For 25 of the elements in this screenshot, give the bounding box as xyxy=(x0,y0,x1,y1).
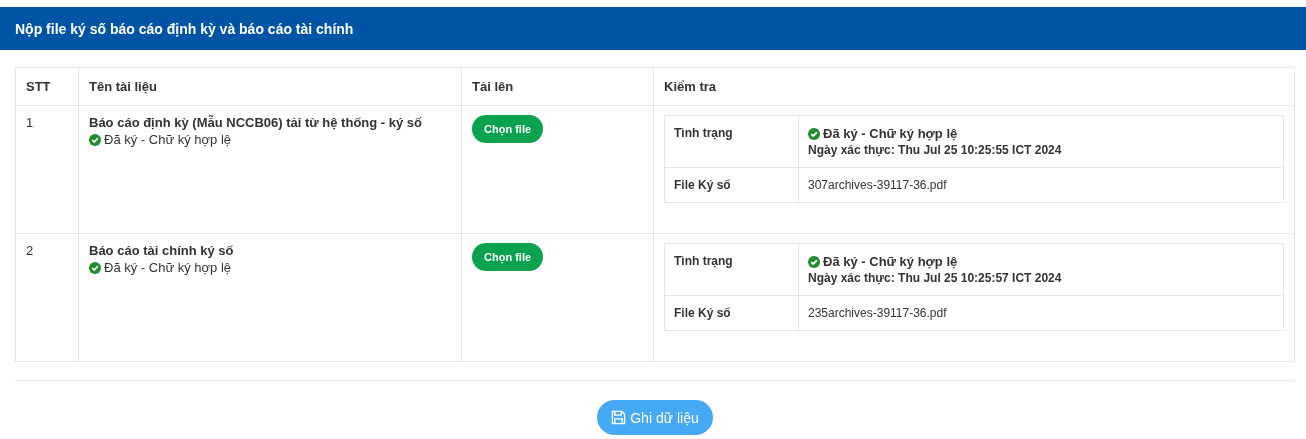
save-button[interactable]: Ghi dữ liệu xyxy=(597,400,713,435)
status-label: Tình trạng xyxy=(664,115,799,168)
choose-file-button[interactable]: Chọn file xyxy=(472,115,544,143)
file-label: File Ký số xyxy=(664,167,799,203)
sign-status: Đã ký - Chữ ký hợp lệ xyxy=(104,260,232,275)
column-header: Tên tài liệu xyxy=(78,67,462,106)
file-name: 235archives-39117-36.pdf xyxy=(798,295,1284,331)
table-cell: 1 xyxy=(15,105,79,234)
save-icon xyxy=(611,410,627,425)
sign-status: Đã ký - Chữ ký hợp lệ xyxy=(104,132,232,147)
verified-date: Ngày xác thực: Thu Jul 25 10:25:55 ICT 2024 xyxy=(808,143,1063,157)
column-header: Kiểm tra xyxy=(653,67,1295,106)
file-label: File Ký số xyxy=(664,295,799,331)
table-cell: 2 xyxy=(15,233,79,362)
column-header: STT xyxy=(15,67,79,106)
file-name: 307archives-39117-36.pdf xyxy=(798,167,1284,203)
panel-header: Nộp file ký số báo cáo định kỳ và báo cáo tài chính xyxy=(0,7,1306,50)
status-label: Tình trạng xyxy=(664,243,799,296)
sign-status: Đã ký - Chữ ký hợp lệ xyxy=(823,254,958,269)
document-name: Báo cáo định kỳ (Mẫu NCCB06) tải từ hệ thống - ký số xyxy=(89,115,423,130)
document-name: Báo cáo tài chính ký số xyxy=(89,243,235,258)
sign-status: Đã ký - Chữ ký hợp lệ xyxy=(823,126,958,141)
column-header: Tải lên xyxy=(461,67,654,106)
verified-date: Ngày xác thực: Thu Jul 25 10:25:57 ICT 2024 xyxy=(808,271,1063,285)
choose-file-button[interactable]: Chọn file xyxy=(472,243,544,271)
